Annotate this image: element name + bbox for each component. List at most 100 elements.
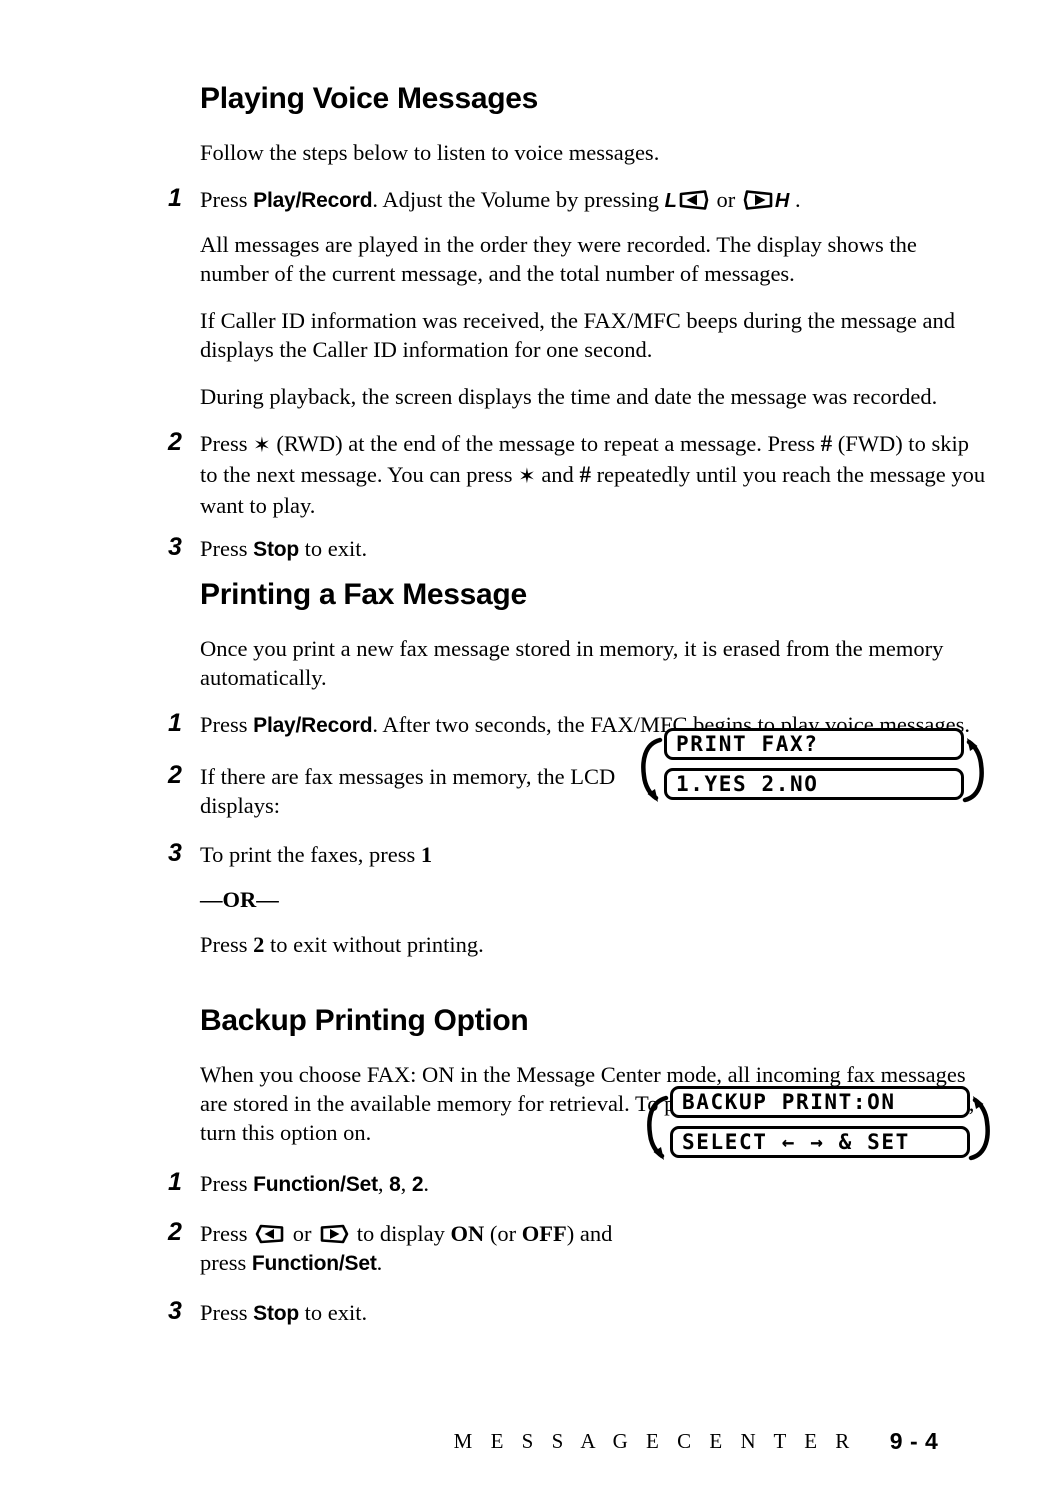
- intro-printing-a-fax-message: Once you print a new fax message stored …: [200, 636, 944, 690]
- heading-backup-printing-option: Backup Printing Option: [200, 1004, 529, 1037]
- footer-inner: M E S S A G E C E N T E R 9 - 4: [454, 1428, 939, 1455]
- key-label-function-set: Function/Set: [251, 1252, 377, 1275]
- paragraph-caller-id: If Caller ID information was received, t…: [200, 308, 956, 362]
- step-text-part: Press: [200, 712, 254, 737]
- value-on: ON: [450, 1221, 485, 1246]
- step-text-part: Press: [200, 1221, 254, 1246]
- step-text-part: .: [376, 1250, 383, 1275]
- arrow-right-key-icon: [319, 1224, 349, 1244]
- key-label-play-record: Play/Record: [253, 714, 373, 737]
- lcd-cycle-arrow-right-icon: [966, 1086, 992, 1170]
- lcd-line-1: PRINT FAX?: [664, 728, 964, 760]
- step-text-part: . Adjust the Volume by pressing: [372, 187, 665, 212]
- document-page: Playing Voice Messages Follow the steps …: [0, 0, 1058, 1500]
- lcd-display-backup-print: BACKUP PRINT:ON SELECT ← → & SET: [647, 1086, 993, 1170]
- step-text-part: ,: [400, 1171, 412, 1196]
- step-item: 1 Press Play/Record. Adjust the Volume b…: [168, 184, 988, 216]
- heading-playing-voice-messages: Playing Voice Messages: [200, 82, 539, 115]
- paragraph-playback-time: During playback, the screen displays the…: [200, 384, 938, 409]
- intro-playing-voice-messages: Follow the steps below to listen to voic…: [200, 140, 660, 165]
- lcd-line-1: BACKUP PRINT:ON: [670, 1086, 970, 1118]
- key-label-function-set: Function/Set: [253, 1173, 378, 1196]
- footer-chapter-title: M E S S A G E C E N T E R: [453, 1429, 856, 1453]
- lcd-line-2-text: SELECT ← → & SET: [682, 1130, 910, 1154]
- step-text-part: Press: [200, 431, 254, 456]
- lcd-cycle-arrow-left-icon: [638, 728, 664, 812]
- step-sub-text: Press 2 to exit without printing.: [200, 930, 988, 959]
- value-off: OFF: [521, 1221, 567, 1246]
- step-item: 2 Press or to display ON (or OFF) and pr…: [168, 1218, 988, 1278]
- step-number: 3: [168, 1297, 182, 1325]
- or-text: —OR—: [200, 887, 279, 912]
- step-text-part: to exit.: [299, 1300, 368, 1325]
- asterisk-key-icon: ✶: [253, 433, 271, 457]
- volume-down-icon: [679, 190, 709, 210]
- lcd-line-2: 1.YES 2.NO: [664, 768, 964, 800]
- hash-key-icon: #: [820, 431, 833, 456]
- lcd-cycle-arrow-right-icon: [960, 728, 986, 812]
- asterisk-key-icon: ✶: [518, 464, 536, 488]
- volume-high-label: H: [774, 190, 790, 212]
- paragraph-message-order: All messages are played in the order the…: [200, 232, 917, 286]
- step-text-part: or: [287, 1221, 318, 1246]
- lcd-line-2: SELECT ← → & SET: [670, 1126, 970, 1158]
- step-text-part: Press: [200, 1300, 254, 1325]
- step-number: 3: [168, 839, 182, 867]
- step-text-part: to exit without printing.: [264, 932, 484, 957]
- or-divider-label: —OR—: [200, 885, 988, 914]
- step-text-part: Press: [200, 932, 254, 957]
- step-number: 2: [168, 761, 182, 789]
- step-text-part: (RWD) at the end of the message to repea…: [270, 431, 821, 456]
- step-text-part: to exit.: [299, 536, 368, 561]
- step-text: Press Function/Set, 8, 2.: [200, 1169, 630, 1199]
- step-text: Press or to display ON (or OFF) and pres…: [200, 1219, 630, 1278]
- step-text-part: ,: [377, 1171, 390, 1196]
- step-item: 3 To print the faxes, press 1 —OR— Press…: [168, 839, 988, 959]
- step-number: 2: [168, 428, 182, 456]
- step-text-part: and: [535, 462, 580, 487]
- step-number: 3: [168, 533, 182, 561]
- lcd-cycle-arrow-left-icon: [644, 1086, 670, 1170]
- arrow-left-key-icon: [255, 1224, 285, 1244]
- step-text-part: Press: [200, 187, 254, 212]
- step-text-part: Press: [200, 1171, 254, 1196]
- step-item: 3 Press Stop to exit.: [168, 533, 988, 564]
- key-label-one: 1: [420, 842, 433, 867]
- step-item: 3 Press Stop to exit.: [168, 1297, 988, 1328]
- step-text: To print the faxes, press 1: [200, 840, 630, 869]
- step-text-part: Press: [200, 536, 254, 561]
- step-number: 1: [168, 1168, 182, 1196]
- lcd-line-1-text: PRINT FAX?: [676, 732, 819, 756]
- step-number: 1: [168, 184, 182, 212]
- step-text-part: To print the faxes, press: [200, 842, 421, 867]
- hash-key-icon: #: [579, 462, 591, 487]
- step-number: 2: [168, 1218, 182, 1246]
- step-text-part: to display: [351, 1221, 451, 1246]
- lcd-display-print-fax: PRINT FAX? 1.YES 2.NO: [641, 728, 987, 812]
- key-label-play-record: Play/Record: [253, 189, 373, 212]
- step-item: 2 Press ✶ (RWD) at the end of the messag…: [168, 428, 988, 520]
- volume-up-icon: [743, 190, 773, 210]
- key-label-two: 2: [253, 932, 265, 957]
- key-label-two: 2: [411, 1173, 424, 1196]
- step-text-part: .: [789, 187, 801, 212]
- step-text-part: (or: [484, 1221, 522, 1246]
- step-text: Press Stop to exit.: [200, 534, 988, 564]
- step-text: Press ✶ (RWD) at the end of the message …: [200, 429, 988, 520]
- step-text: Press Play/Record. Adjust the Volume by …: [200, 185, 988, 216]
- step-text-part: .: [423, 1171, 429, 1196]
- page-footer: M E S S A G E C E N T E R 9 - 4: [0, 1428, 1058, 1455]
- footer-page-number: 9 - 4: [889, 1428, 939, 1454]
- lcd-line-1-text: BACKUP PRINT:ON: [682, 1090, 896, 1114]
- step-text: Press Stop to exit.: [200, 1298, 630, 1328]
- key-label-eight: 8: [389, 1173, 401, 1196]
- lcd-line-2-text: 1.YES 2.NO: [676, 772, 819, 796]
- key-label-stop: Stop: [253, 538, 299, 561]
- step-text-part: or: [710, 187, 741, 212]
- step-text: If there are fax messages in memory, the…: [200, 764, 616, 818]
- step-item: 1 Press Function/Set, 8, 2.: [168, 1168, 988, 1199]
- volume-low-label: L: [664, 190, 677, 212]
- key-label-stop: Stop: [253, 1302, 299, 1325]
- step-number: 1: [168, 709, 182, 737]
- heading-printing-a-fax-message: Printing a Fax Message: [200, 578, 527, 611]
